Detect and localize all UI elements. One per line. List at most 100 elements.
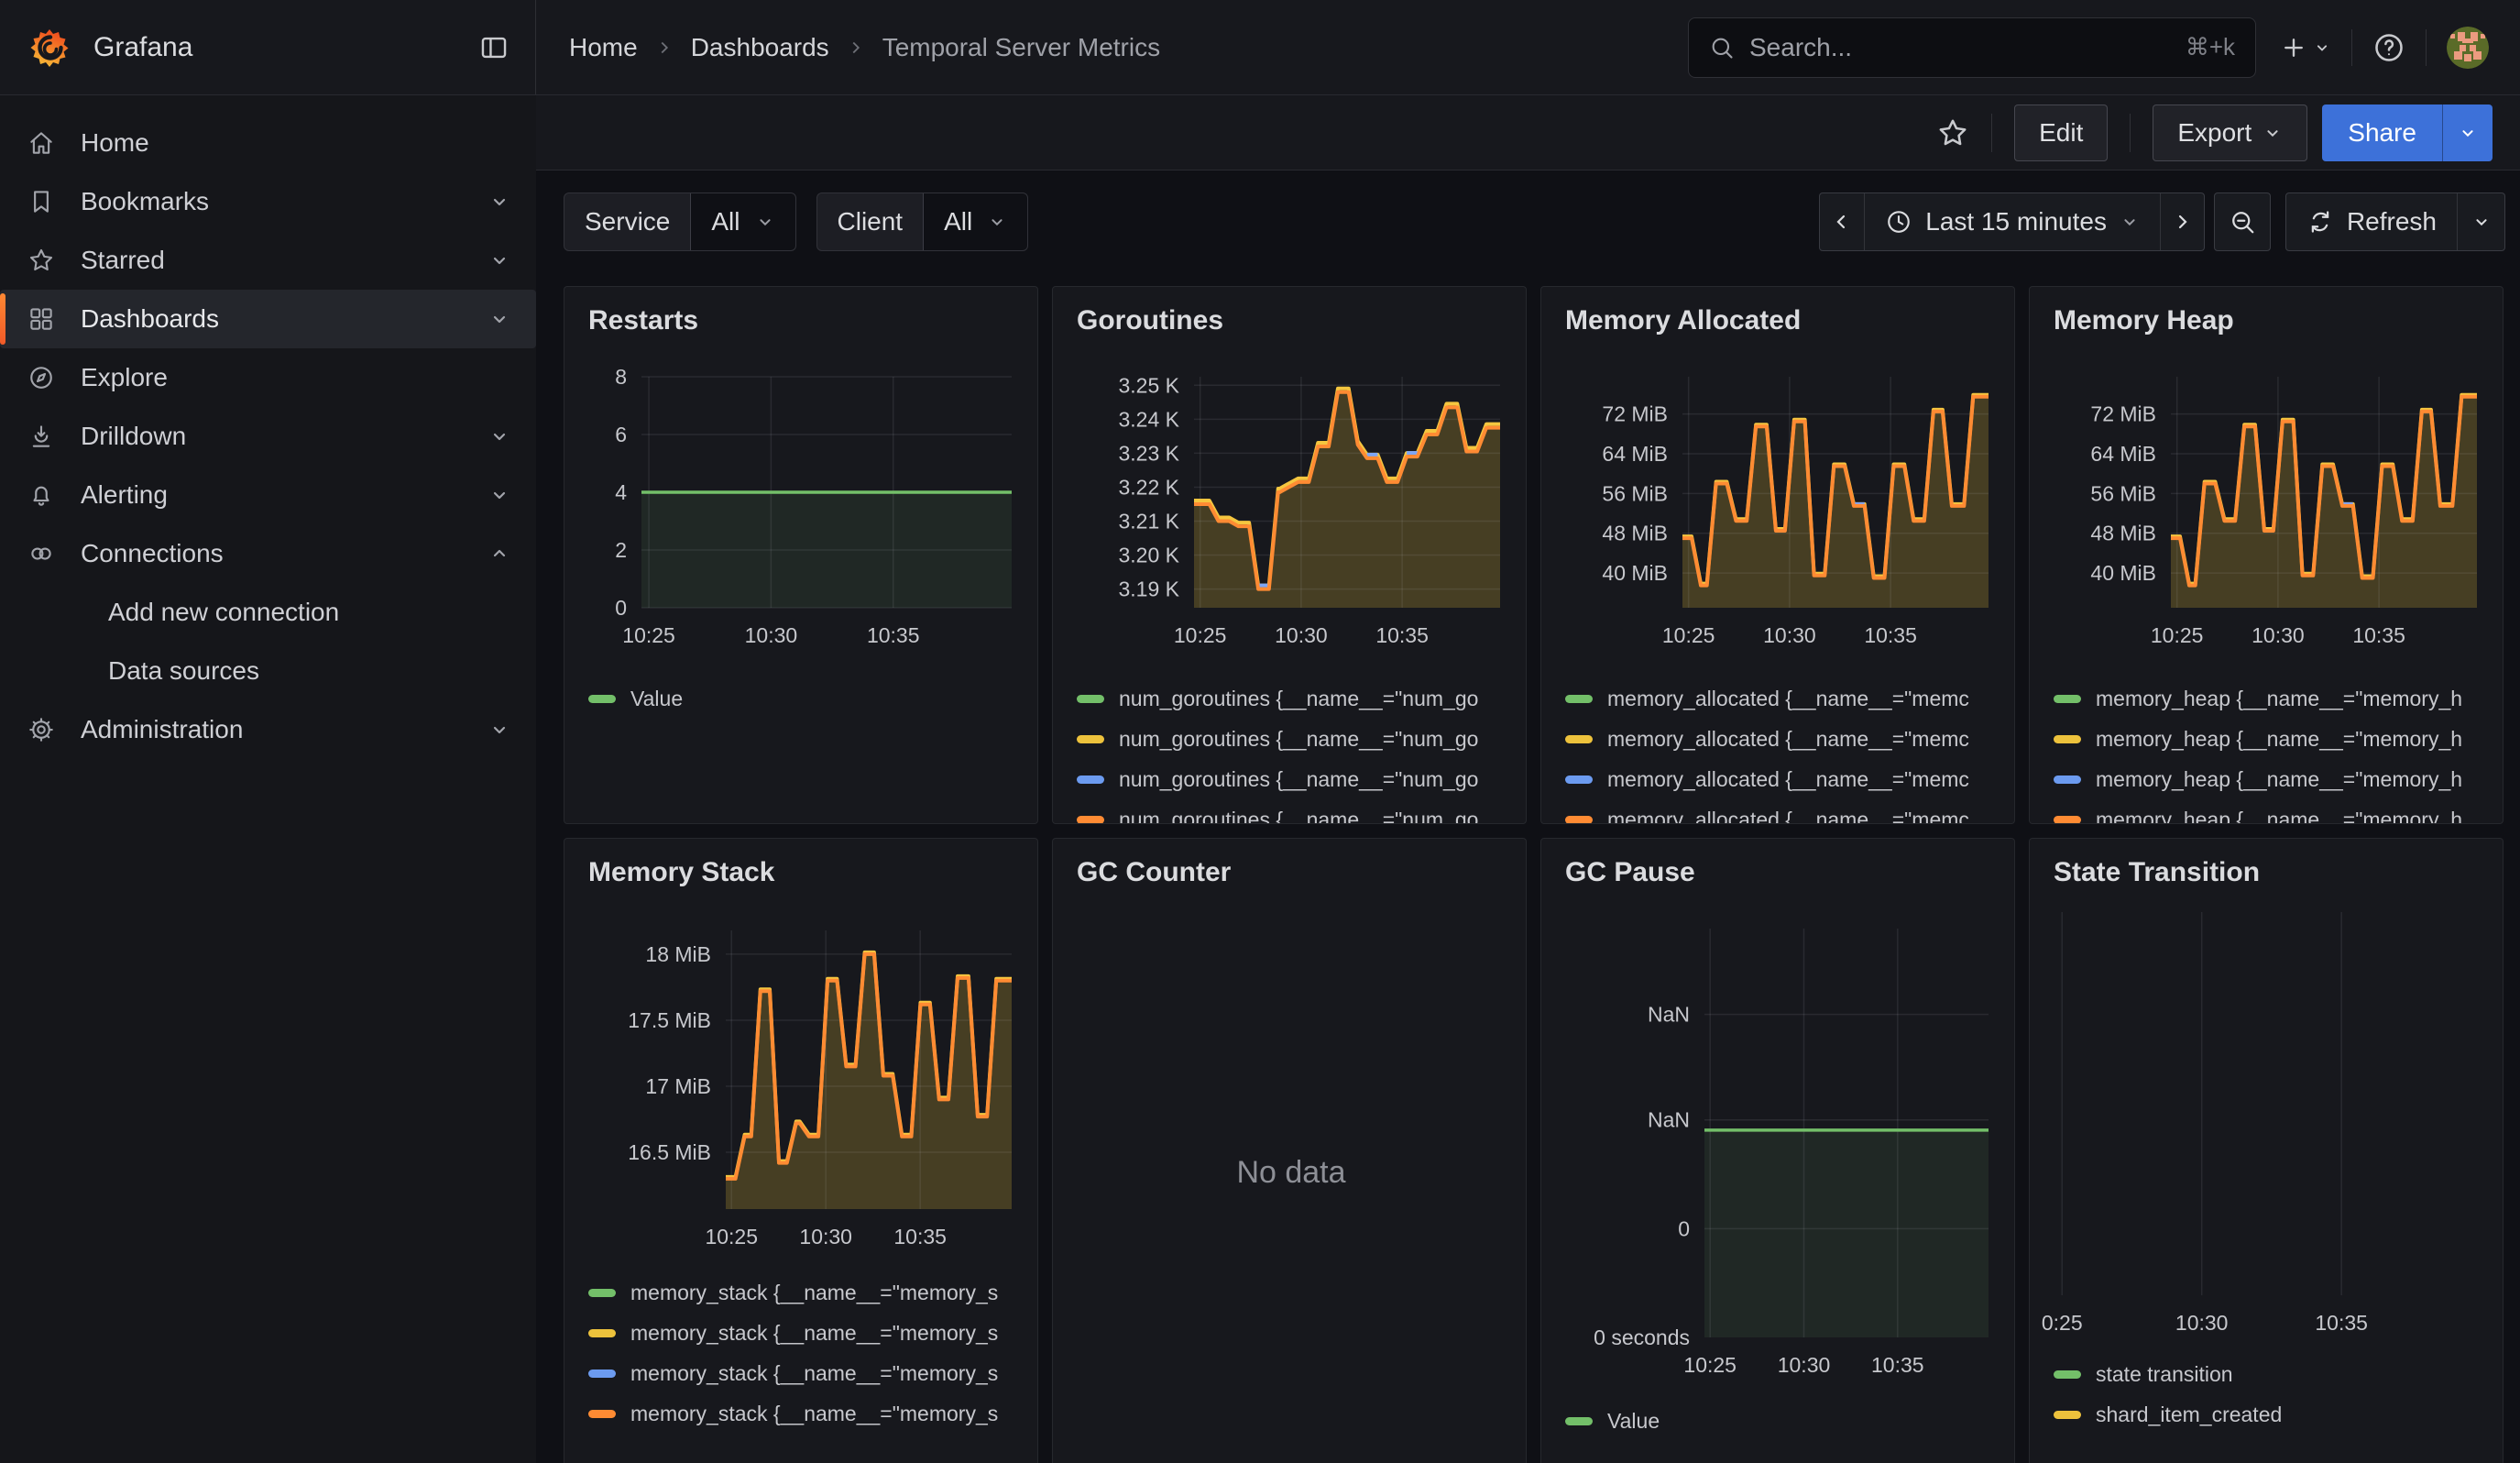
time-range-picker[interactable]: Last 15 minutes bbox=[1864, 193, 2160, 250]
chart-goroutines[interactable]: 3.25 K3.24 K3.23 K3.22 K3.21 K3.20 K3.19… bbox=[1077, 377, 1506, 652]
legend-item[interactable]: memory_allocated {__name__="memc bbox=[1565, 767, 1994, 792]
legend-swatch bbox=[588, 1329, 616, 1337]
legend-item[interactable]: num_goroutines {__name__="num_go bbox=[1077, 727, 1506, 752]
legend-item[interactable]: state transition bbox=[2054, 1362, 2482, 1387]
legend-item[interactable]: memory_stack {__name__="memory_s bbox=[588, 1361, 1017, 1386]
sidebar-item-administration[interactable]: Administration bbox=[0, 700, 536, 759]
chevron-down-icon[interactable] bbox=[488, 425, 510, 447]
sidebar-item-add-new-connection[interactable]: Add new connection bbox=[0, 583, 536, 642]
panel-title[interactable]: Memory Stack bbox=[588, 857, 1017, 888]
time-back-button[interactable] bbox=[1820, 193, 1864, 250]
legend-item[interactable]: num_goroutines {__name__="num_go bbox=[1077, 808, 1506, 824]
chevron-down-icon[interactable] bbox=[488, 719, 510, 741]
search-icon bbox=[1709, 35, 1735, 60]
chart-restarts[interactable]: 8642010:2510:3010:35 bbox=[588, 377, 1017, 652]
refresh-button[interactable]: Refresh bbox=[2286, 193, 2457, 250]
panel-restarts: Restarts 8642010:2510:3010:35 Value bbox=[564, 286, 1038, 824]
svg-text:16.5 MiB: 16.5 MiB bbox=[628, 1140, 711, 1164]
svg-text:10:25: 10:25 bbox=[622, 623, 675, 647]
sidebar-item-dashboards[interactable]: Dashboards bbox=[0, 290, 536, 348]
search-input[interactable]: Search... ⌘+k bbox=[1688, 17, 2256, 78]
legend-item[interactable]: memory_stack {__name__="memory_s bbox=[588, 1281, 1017, 1305]
chevron-down-icon bbox=[755, 212, 775, 232]
chart-memory-stack[interactable]: 18 MiB17.5 MiB17 MiB16.5 MiB10:2510:3010… bbox=[588, 930, 1017, 1253]
legend-item[interactable]: memory_heap {__name__="memory_h bbox=[2054, 767, 2482, 792]
sidebar-item-starred[interactable]: Starred bbox=[0, 231, 536, 290]
svg-text:3.25 K: 3.25 K bbox=[1119, 373, 1180, 397]
legend-item[interactable]: memory_stack {__name__="memory_s bbox=[588, 1321, 1017, 1346]
legend-item[interactable]: Value bbox=[588, 687, 1017, 711]
share-button[interactable]: Share bbox=[2322, 104, 2442, 161]
sidebar-item-home[interactable]: Home bbox=[0, 114, 536, 172]
avatar[interactable] bbox=[2447, 27, 2489, 69]
svg-text:4: 4 bbox=[615, 480, 627, 504]
legend-item[interactable]: memory_stack {__name__="memory_s bbox=[588, 1402, 1017, 1426]
panel-title[interactable]: GC Pause bbox=[1565, 857, 1994, 888]
legend-item[interactable]: memory_allocated {__name__="memc bbox=[1565, 687, 1994, 711]
panel-title[interactable]: GC Counter bbox=[1077, 857, 1506, 888]
time-forward-button[interactable] bbox=[2160, 193, 2204, 250]
svg-text:48 MiB: 48 MiB bbox=[2090, 522, 2156, 545]
legend-item[interactable]: num_goroutines {__name__="num_go bbox=[1077, 687, 1506, 711]
refresh-interval-button[interactable] bbox=[2457, 193, 2504, 250]
legend-item[interactable]: shard_item_created bbox=[2054, 1402, 2482, 1427]
panel-state-transition: State Transition 0:2510:3010:35 state tr… bbox=[2029, 838, 2504, 1463]
star-icon bbox=[27, 247, 55, 274]
dock-sidebar-icon[interactable] bbox=[478, 32, 509, 63]
edit-button[interactable]: Edit bbox=[2014, 104, 2108, 161]
legend-item[interactable]: Value bbox=[1565, 1409, 1994, 1434]
chevron-up-icon[interactable] bbox=[488, 543, 510, 565]
export-button[interactable]: Export bbox=[2153, 104, 2307, 161]
legend-label: memory_allocated {__name__="memc bbox=[1607, 808, 1969, 824]
service-filter[interactable]: Service All bbox=[564, 192, 796, 251]
panel-title[interactable]: State Transition bbox=[2054, 857, 2482, 888]
chevron-down-icon[interactable] bbox=[488, 308, 510, 330]
legend-swatch bbox=[2054, 1411, 2081, 1419]
share-menu-button[interactable] bbox=[2442, 104, 2493, 161]
sidebar-item-explore[interactable]: Explore bbox=[0, 348, 536, 407]
breadcrumb-home[interactable]: Home bbox=[569, 33, 638, 62]
panel-title[interactable]: Memory Allocated bbox=[1565, 305, 1994, 336]
svg-text:3.19 K: 3.19 K bbox=[1119, 578, 1180, 601]
legend-item[interactable]: memory_allocated {__name__="memc bbox=[1565, 727, 1994, 752]
svg-text:3.23 K: 3.23 K bbox=[1119, 441, 1180, 465]
chart-gc-pause[interactable]: NaNNaN00 seconds10:2510:3010:35 bbox=[1565, 929, 1994, 1381]
breadcrumb-dashboards[interactable]: Dashboards bbox=[691, 33, 829, 62]
legend-item[interactable]: memory_heap {__name__="memory_h bbox=[2054, 808, 2482, 824]
zoom-out-icon[interactable] bbox=[2214, 192, 2271, 251]
chart-memory-allocated[interactable]: 72 MiB64 MiB56 MiB48 MiB40 MiB10:2510:30… bbox=[1565, 377, 1994, 652]
sidebar-item-label: Explore bbox=[81, 363, 168, 392]
panel-title[interactable]: Goroutines bbox=[1077, 305, 1506, 336]
legend-swatch bbox=[2054, 1370, 2081, 1379]
client-filter[interactable]: Client All bbox=[816, 192, 1029, 251]
legend-label: memory_stack {__name__="memory_s bbox=[630, 1321, 998, 1346]
new-button[interactable] bbox=[2280, 34, 2331, 61]
legend-swatch bbox=[1077, 776, 1104, 784]
help-icon[interactable] bbox=[2372, 31, 2405, 64]
legend-item[interactable]: memory_allocated {__name__="memc bbox=[1565, 808, 1994, 824]
sidebar-item-bookmarks[interactable]: Bookmarks bbox=[0, 172, 536, 231]
chart-memory-heap[interactable]: 72 MiB64 MiB56 MiB48 MiB40 MiB10:2510:30… bbox=[2054, 377, 2482, 652]
panel-grid: Restarts 8642010:2510:3010:35 Value Goro… bbox=[564, 286, 2505, 1463]
panel-title[interactable]: Memory Heap bbox=[2054, 305, 2482, 336]
search-shortcut: ⌘+k bbox=[2186, 33, 2235, 61]
sidebar-item-alerting[interactable]: Alerting bbox=[0, 466, 536, 524]
legend-item[interactable]: num_goroutines {__name__="num_go bbox=[1077, 767, 1506, 792]
chevron-down-icon[interactable] bbox=[488, 249, 510, 271]
legend-item[interactable]: memory_heap {__name__="memory_h bbox=[2054, 687, 2482, 711]
legend-label: memory_allocated {__name__="memc bbox=[1607, 727, 1969, 752]
legend-item[interactable]: memory_heap {__name__="memory_h bbox=[2054, 727, 2482, 752]
chart-state-transition[interactable]: 0:2510:3010:35 bbox=[2054, 912, 2482, 1339]
svg-text:10:35: 10:35 bbox=[893, 1225, 947, 1248]
grafana-logo-icon[interactable] bbox=[29, 27, 71, 69]
sidebar: HomeBookmarksStarredDashboards Explore Dri… bbox=[0, 95, 536, 1463]
sidebar-item-data-sources[interactable]: Data sources bbox=[0, 642, 536, 700]
breadcrumb-current: Temporal Server Metrics bbox=[882, 33, 1160, 62]
chevron-down-icon[interactable] bbox=[488, 484, 510, 506]
svg-text:10:35: 10:35 bbox=[1871, 1353, 1924, 1377]
star-icon[interactable] bbox=[1936, 116, 1969, 149]
sidebar-item-drilldown[interactable]: Drilldown bbox=[0, 407, 536, 466]
chevron-down-icon[interactable] bbox=[488, 191, 510, 213]
panel-title[interactable]: Restarts bbox=[588, 305, 1017, 336]
sidebar-item-connections[interactable]: Connections bbox=[0, 524, 536, 583]
